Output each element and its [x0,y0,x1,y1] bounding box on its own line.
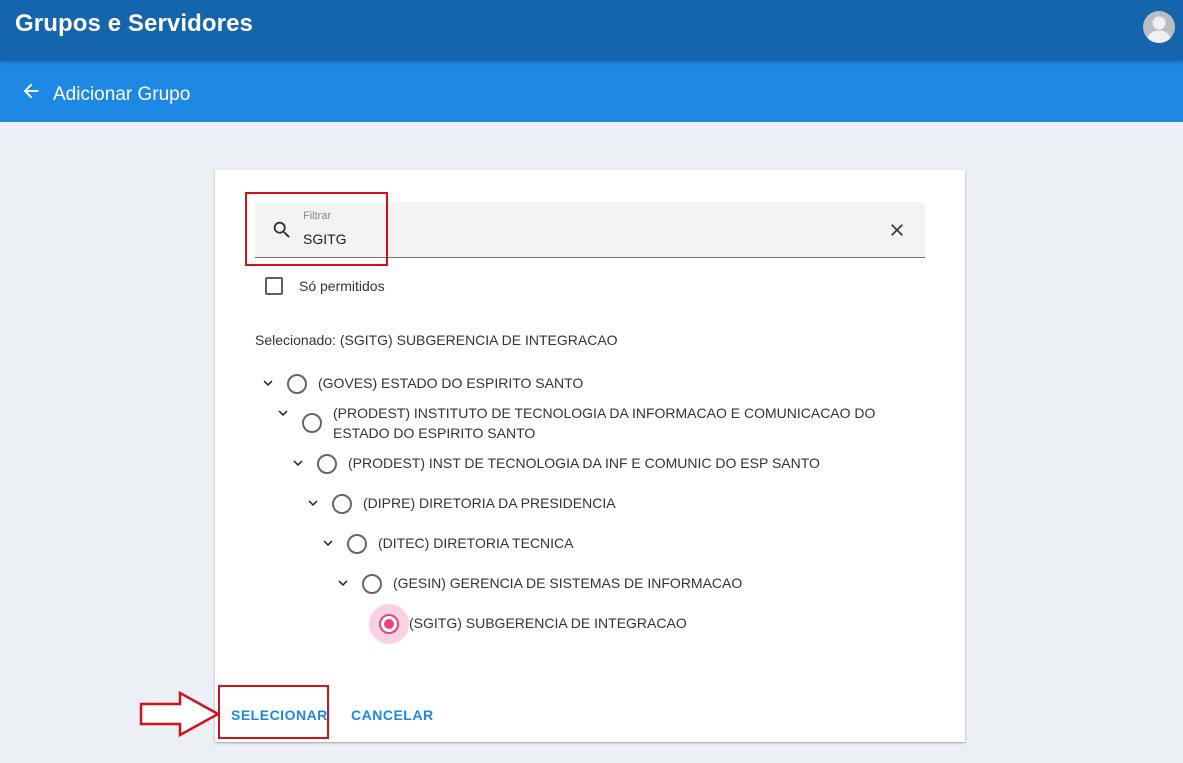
annotation-highlight-select [218,685,329,739]
tree-node-label: (PRODEST) INSTITUTO DE TECNOLOGIA DA INF… [333,405,876,441]
page-title: Adicionar Grupo [53,84,191,105]
radio-button-selected[interactable] [379,614,399,634]
chevron-down-icon[interactable] [274,404,292,422]
radio-button[interactable] [332,494,352,514]
cancel-button[interactable]: CANCELAR [351,707,434,723]
checkbox-icon[interactable] [265,277,283,295]
app-title: Grupos e Servidores [15,10,253,37]
tree-node-sgitg: (SGITG) SUBGERENCIA DE INTEGRACAO [409,613,687,637]
radio-button[interactable] [302,413,322,433]
radio-button[interactable] [347,534,367,554]
radio-button[interactable] [287,374,307,394]
chevron-down-icon[interactable] [259,374,277,392]
tree-node-goves: (GOVES) ESTADO DO ESPIRITO SANTO [259,373,583,397]
tree-node-prodest-instituto: (PRODEST) INSTITUTO DE TECNOLOGIA DA INF… [274,403,894,441]
tree-node-label: (GOVES) ESTADO DO ESPIRITO SANTO [318,375,584,391]
chevron-down-icon[interactable] [289,454,307,472]
selected-group-text: Selecionado: (SGITG) SUBGERENCIA DE INTE… [255,332,618,348]
chevron-down-icon[interactable] [304,494,322,512]
app-bar: Grupos e Servidores [0,0,1183,60]
annotation-arrow-icon [139,690,221,738]
tree-node-prodest-inst: (PRODEST) INST DE TECNOLOGIA DA INF E CO… [289,453,820,477]
chevron-down-icon[interactable] [319,534,337,552]
tree-node-label: (GESIN) GERENCIA DE SISTEMAS DE INFORMAC… [393,575,743,591]
tree-node-label: (PRODEST) INST DE TECNOLOGIA DA INF E CO… [348,455,820,471]
radio-button[interactable] [362,574,382,594]
only-permitted-checkbox[interactable]: Só permitidos [265,276,385,296]
tree-node-label: (DIPRE) DIRETORIA DA PRESIDENCIA [363,495,616,511]
tree-node-label: (SGITG) SUBGERENCIA DE INTEGRACAO [409,615,687,631]
radio-button[interactable] [317,454,337,474]
tree-node-dipre: (DIPRE) DIRETORIA DA PRESIDENCIA [304,493,616,517]
close-icon[interactable] [887,220,907,240]
chevron-down-icon[interactable] [334,574,352,592]
annotation-highlight-filter [245,192,388,266]
tree-node-label: (DITEC) DIRETORIA TECNICA [378,535,574,551]
tree-node-ditec: (DITEC) DIRETORIA TECNICA [319,533,574,557]
only-permitted-label: Só permitidos [299,278,385,294]
user-avatar-icon[interactable] [1143,11,1175,43]
arrow-left-icon[interactable] [20,80,42,102]
sub-header: Adicionar Grupo [0,60,1183,122]
tree-node-gesin: (GESIN) GERENCIA DE SISTEMAS DE INFORMAC… [334,573,742,597]
